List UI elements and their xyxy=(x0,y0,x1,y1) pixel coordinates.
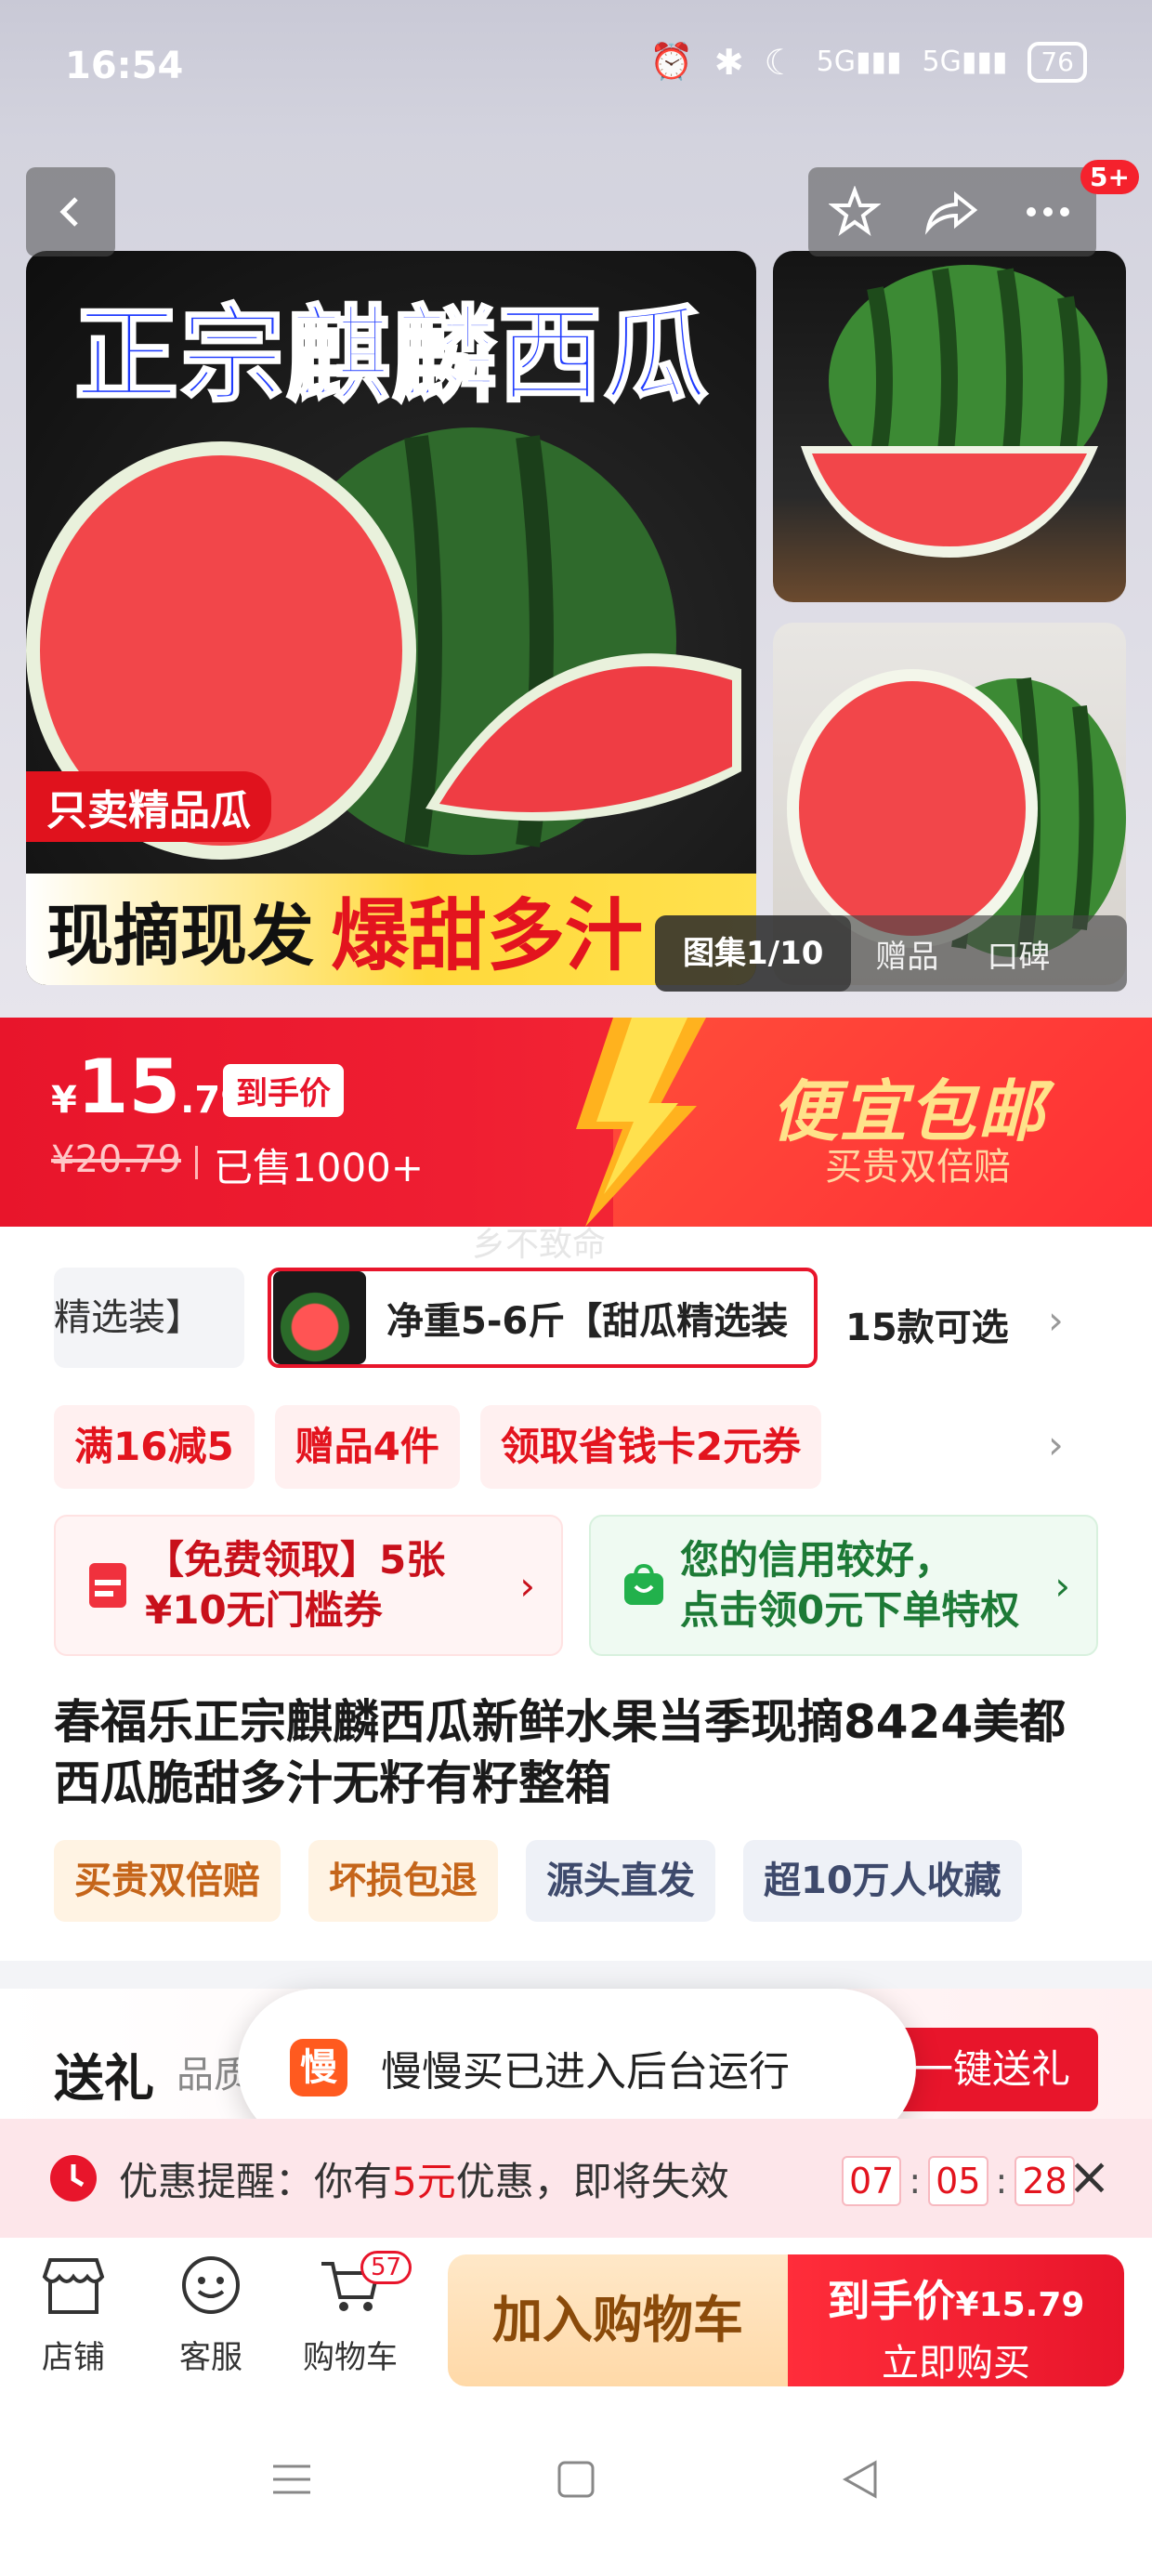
top-action-group xyxy=(808,167,1096,256)
hero-title: 正宗麒麟西瓜 xyxy=(73,295,710,418)
chevron-right-icon[interactable]: › xyxy=(1048,1297,1064,1343)
style-option-prev[interactable]: 精选装】 xyxy=(54,1268,244,1368)
gallery-tab-gifts[interactable]: 赠品 xyxy=(851,931,962,977)
price-banner: ¥ 15 .79 到手价 ¥20.79 已售1000+ 便宜包邮 买贵双倍赔 xyxy=(0,1018,1152,1227)
coupon-card[interactable]: 【免费领取】5张 ¥10无门槛券 › xyxy=(54,1515,563,1656)
tag-damage-refund[interactable]: 坏损包退 xyxy=(308,1840,498,1922)
style-option-label: 净重5-6斤【甜瓜精选装 xyxy=(386,1300,789,1343)
style-selector[interactable]: 精选装】 净重5-6斤【甜瓜精选装 15款可选 › xyxy=(0,1264,1152,1375)
bluetooth-icon: ✱ xyxy=(713,41,744,83)
sold-count: 已售1000+ xyxy=(214,1145,425,1190)
reminder-text: 优惠提醒：你有5元优惠，即将失效 xyxy=(119,2158,729,2204)
slogan-guarantee: 买贵双倍赔 xyxy=(825,1146,1011,1189)
shopping-bag-icon xyxy=(624,1564,663,1605)
hero-tag-sweet: 爆甜多汁 xyxy=(331,889,644,981)
hero-bottom-banner: 现摘现发 爆甜多汁 xyxy=(26,874,756,985)
customer-service-button[interactable]: 客服 xyxy=(160,2254,262,2377)
bottom-action-bar: 店铺 客服 57 购物车 加入购物车 到手价¥15.79 立即购买 xyxy=(0,2238,1152,2394)
product-title: 春福乐正宗麒麟西瓜新鲜水果当季现摘8424美都西瓜脆甜多汁无籽有籽整箱 xyxy=(54,1695,1067,1810)
timer-seconds: 28 xyxy=(1015,2156,1075,2206)
promo-row: 满16减5 赠品4件 领取省钱卡2元券 xyxy=(54,1405,822,1489)
timer-hours: 07 xyxy=(842,2156,902,2206)
home-icon[interactable] xyxy=(556,2459,596,2500)
share-icon[interactable] xyxy=(923,186,978,238)
watermelon-thumbnail xyxy=(801,265,1107,558)
chevron-right-icon[interactable]: › xyxy=(1048,1422,1064,1467)
chevron-right-icon: › xyxy=(1054,1563,1070,1609)
timer-minutes: 05 xyxy=(928,2156,988,2206)
app-logo-icon: 慢 xyxy=(290,2039,347,2096)
close-icon[interactable]: × xyxy=(1067,2147,1111,2207)
original-price: ¥20.79 xyxy=(51,1138,181,1181)
shop-button[interactable]: 店铺 xyxy=(22,2254,124,2377)
chevron-right-icon: › xyxy=(519,1563,535,1609)
credit-text: 您的信用较好， 点击领0元下单特权 xyxy=(680,1537,1020,1633)
tag-direct-ship[interactable]: 源头直发 xyxy=(526,1840,715,1922)
add-to-cart-button[interactable]: 加入购物车 xyxy=(448,2254,788,2386)
service-tags: 买贵双倍赔 坏损包退 源头直发 超10万人收藏 xyxy=(54,1840,1022,1922)
promo-coupon[interactable]: 领取省钱卡2元券 xyxy=(479,1405,822,1489)
battery-icon: 76 xyxy=(1028,41,1087,83)
system-navigation xyxy=(0,2394,1152,2576)
style-count[interactable]: 15款可选 xyxy=(845,1297,1009,1351)
status-bar: 16:54 ⏰ ✱ ☾ 5G▮▮▮ 5G▮▮▮ 76 xyxy=(0,0,1152,139)
status-time: 16:54 xyxy=(65,45,184,87)
product-gallery[interactable]: 正宗麒麟西瓜 只卖精品瓜 现摘现发 爆甜多汁 图集1/10 赠品 口碑 5+ xyxy=(0,139,1152,1018)
discount-reminder: 优惠提醒：你有5元优惠，即将失效 07 : 05 : 28 × xyxy=(0,2119,1152,2238)
countdown-timer: 07 : 05 : 28 xyxy=(842,2156,1075,2206)
current-price: ¥ 15 .79 xyxy=(51,1044,247,1130)
credit-card[interactable]: 您的信用较好， 点击领0元下单特权 › xyxy=(589,1515,1098,1656)
chevron-left-icon xyxy=(59,197,78,227)
back-icon[interactable] xyxy=(840,2459,881,2500)
5g-signal-icon: 5G▮▮▮ xyxy=(922,46,1008,78)
promo-discount[interactable]: 满16减5 xyxy=(54,1405,255,1489)
hero-tag-premium: 只卖精品瓜 xyxy=(26,771,271,842)
main-product-image[interactable]: 正宗麒麟西瓜 只卖精品瓜 现摘现发 爆甜多汁 xyxy=(26,251,756,985)
promo-gifts[interactable]: 赠品4件 xyxy=(274,1405,460,1489)
gift-label: 送礼 xyxy=(54,2049,154,2108)
status-icons: ⏰ ✱ ☾ 5G▮▮▮ 5G▮▮▮ 76 xyxy=(649,41,1087,83)
5g-signal-icon: 5G▮▮▮ xyxy=(816,46,902,78)
gallery-tab-reviews[interactable]: 口碑 xyxy=(962,931,1074,977)
more-icon[interactable] xyxy=(1020,186,1076,238)
tag-double-refund[interactable]: 买贵双倍赔 xyxy=(54,1840,281,1922)
menu-icon[interactable] xyxy=(271,2459,312,2500)
toast-text: 慢慢买已进入后台运行 xyxy=(381,2048,790,2096)
back-button[interactable] xyxy=(26,167,115,256)
style-thumbnail xyxy=(273,1271,366,1364)
style-option-selected[interactable]: 净重5-6斤【甜瓜精选装 xyxy=(268,1268,818,1368)
clock-icon xyxy=(50,2155,97,2201)
buy-now-button[interactable]: 到手价¥15.79 立即购买 xyxy=(788,2254,1124,2386)
lightning-icon xyxy=(576,1018,706,1227)
send-gift-button[interactable]: 一键送礼 xyxy=(886,2028,1098,2111)
notification-badge: 5+ xyxy=(1080,160,1139,194)
tag-favorites[interactable]: 超10万人收藏 xyxy=(743,1840,1022,1922)
price-divider xyxy=(195,1146,198,1179)
gallery-tab-images[interactable]: 图集1/10 xyxy=(655,915,852,992)
gallery-tabs: 图集1/10 赠品 口碑 xyxy=(655,915,1127,992)
alarm-icon: ⏰ xyxy=(649,41,694,82)
shop-icon xyxy=(42,2258,105,2314)
cart-button[interactable]: 57 购物车 xyxy=(299,2251,412,2377)
moon-icon: ☾ xyxy=(764,41,796,83)
section-divider xyxy=(0,1961,1152,1989)
watermark-text: 乡不致命 xyxy=(472,1226,607,1264)
hero-tag-fresh: 现摘现发 xyxy=(46,896,315,975)
star-icon[interactable] xyxy=(829,186,882,238)
final-price-label: 到手价 xyxy=(223,1064,344,1117)
service-icon xyxy=(182,2256,240,2314)
thumbnail-image-1[interactable] xyxy=(773,251,1126,602)
cart-count-badge: 57 xyxy=(360,2251,412,2284)
coupon-icon xyxy=(89,1563,126,1608)
coupon-text: 【免费领取】5张 ¥10无门槛券 xyxy=(145,1537,446,1633)
